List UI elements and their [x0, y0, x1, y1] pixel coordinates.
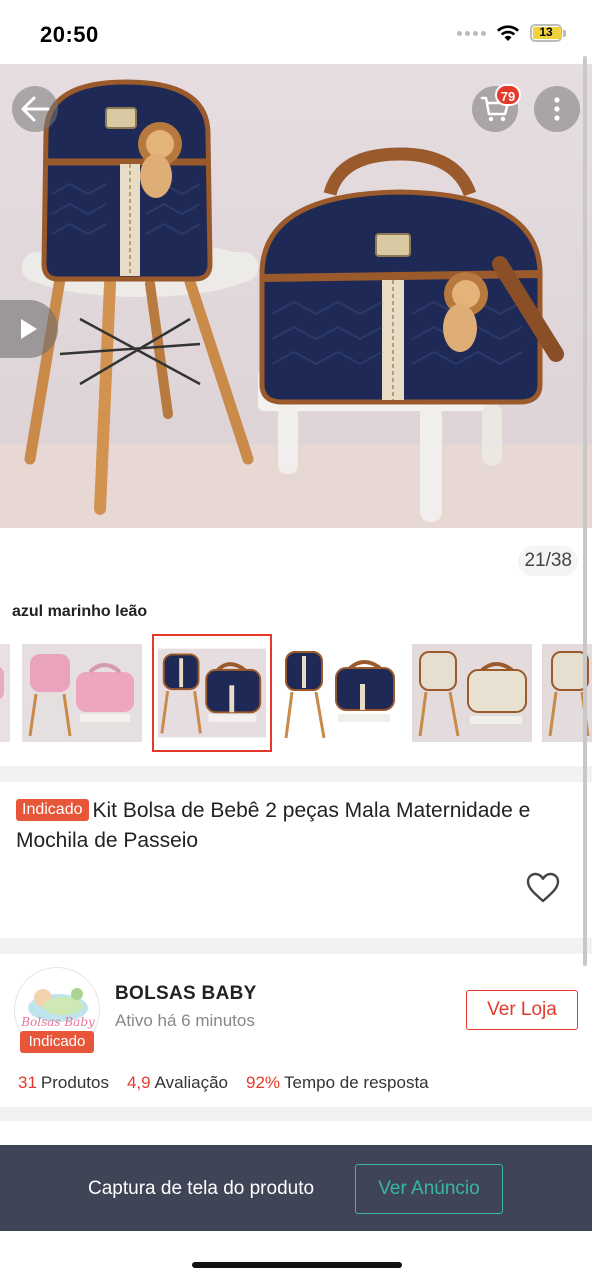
recommended-tag: Indicado — [16, 799, 89, 821]
view-ad-button[interactable]: Ver Anúncio — [355, 1164, 503, 1214]
more-button[interactable] — [534, 86, 580, 132]
play-icon — [21, 319, 37, 339]
shop-name[interactable]: BOLSAS BABY — [115, 983, 257, 1005]
section-divider — [0, 938, 592, 954]
status-time: 20:50 — [40, 22, 99, 47]
shop-recommended-tag: Indicado — [20, 1031, 94, 1053]
variant-thumbnail[interactable] — [22, 644, 142, 742]
screenshot-footer: Captura de tela do produto Ver Anúncio — [0, 1145, 592, 1231]
more-vert-icon — [554, 97, 560, 121]
section-divider — [0, 766, 592, 782]
signal-icon — [457, 30, 486, 36]
image-counter: 21/38 — [518, 546, 578, 576]
scrollbar[interactable] — [583, 56, 587, 966]
play-video-button[interactable] — [0, 300, 58, 358]
battery-level: 13 — [539, 25, 553, 39]
variant-thumbnail[interactable] — [0, 644, 10, 742]
shop-status: Ativo há 6 minutos — [115, 1011, 255, 1030]
status-bar: 20:50 13 — [0, 0, 592, 64]
view-store-button[interactable]: Ver Loja — [466, 990, 578, 1030]
variant-thumbnail-selected[interactable] — [152, 634, 272, 752]
product-title-text: Kit Bolsa de Bebê 2 peças Mala Maternida… — [16, 799, 531, 852]
cart-count-badge: 79 — [495, 84, 521, 106]
shop-logo-text: Bolsas Baby — [20, 1015, 95, 1029]
variant-thumbnail[interactable] — [412, 644, 532, 742]
back-arrow-icon — [21, 96, 50, 122]
back-button[interactable] — [12, 86, 58, 132]
shop-stats: 31 Produtos 4,9 Avaliação 92% Tempo de resp… — [18, 1073, 429, 1093]
home-indicator[interactable] — [192, 1262, 402, 1268]
product-title: Indicado Kit Bolsa de Bebê 2 peças Mala M… — [16, 796, 576, 856]
stat-response-time: 92% Tempo de resposta — [246, 1073, 429, 1092]
variant-thumbnails — [0, 634, 592, 754]
battery-icon: 13 — [530, 24, 566, 42]
wifi-icon — [497, 25, 519, 41]
status-icons: 13 — [457, 24, 566, 42]
variant-name: azul marinho leão — [12, 603, 148, 620]
product-image[interactable]: 79 — [0, 64, 592, 528]
variant-thumbnail[interactable] — [280, 644, 400, 742]
heart-icon[interactable] — [526, 872, 560, 904]
section-divider — [0, 1107, 592, 1121]
stat-products: 31 Produtos — [18, 1073, 109, 1092]
stat-rating: 4,9 Avaliação — [126, 1073, 229, 1092]
product-photo — [22, 79, 564, 522]
footer-text: Captura de tela do produto — [88, 1178, 315, 1199]
